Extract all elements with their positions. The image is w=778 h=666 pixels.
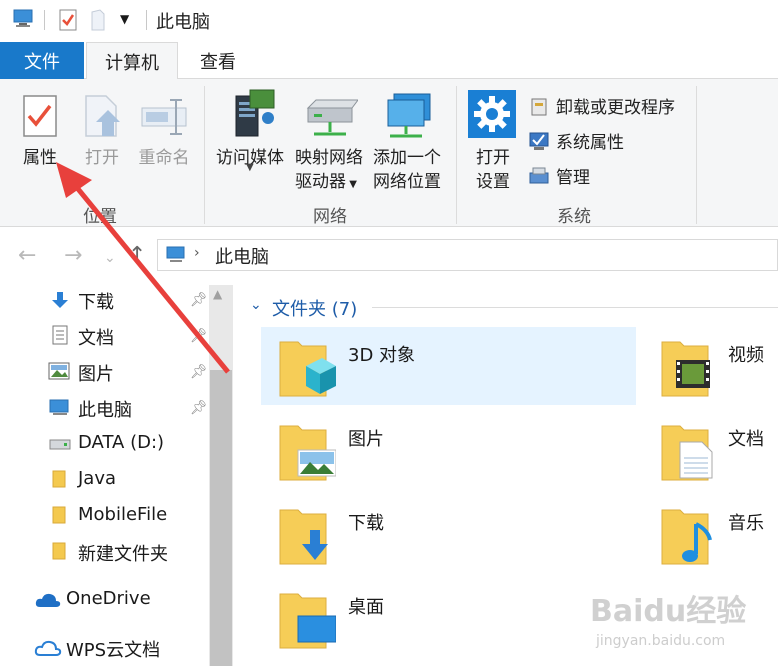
watermark-logo: Baidu经验 xyxy=(590,594,747,629)
annotation-arrow xyxy=(56,162,230,374)
watermark-url: jingyan.baidu.com xyxy=(596,633,726,649)
